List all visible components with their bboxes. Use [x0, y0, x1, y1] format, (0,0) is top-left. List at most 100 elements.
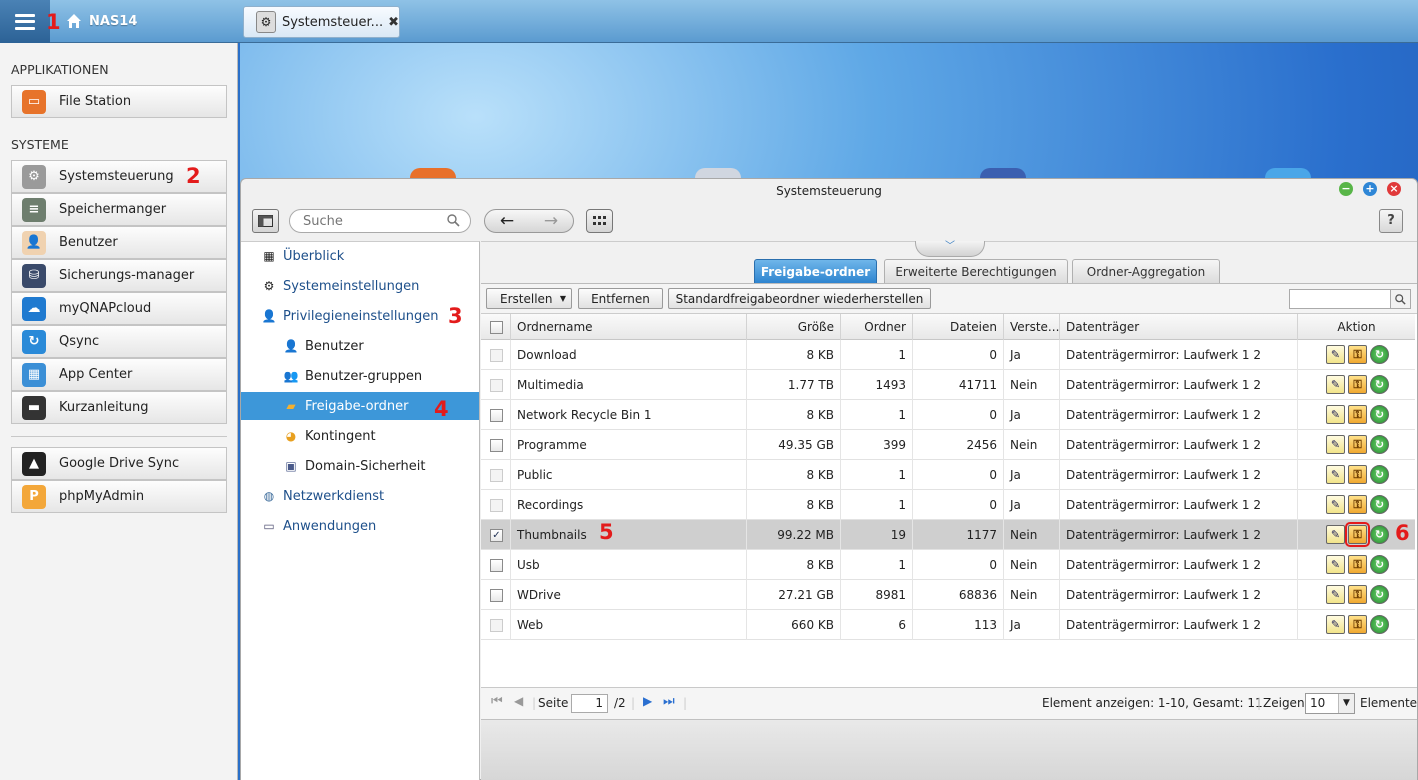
next-page-icon[interactable]: ▶	[643, 694, 652, 708]
help-button[interactable]: ?	[1379, 209, 1403, 233]
refresh-icon[interactable]: ↻	[1370, 465, 1389, 484]
table-row[interactable]: Public 8 KB 1 0 Ja Datenträgermirror: Laufwer…	[481, 460, 1415, 490]
col-header-size[interactable]: Größe	[747, 314, 841, 340]
maximize-icon[interactable]: +	[1363, 182, 1377, 196]
edit-icon[interactable]: ✎	[1326, 615, 1345, 634]
tab-freigabe-ordner[interactable]: Freigabe-ordner	[754, 259, 877, 283]
back-button[interactable]: ←	[485, 210, 529, 232]
table-row[interactable]: Multimedia 1.77 TB 1493 41711 Nein Datenträge…	[481, 370, 1415, 400]
sidebar-item-myqnapcloud[interactable]: ☁ myQNAPcloud	[11, 292, 227, 325]
row-checkbox[interactable]	[490, 559, 503, 572]
table-row[interactable]: ✓ Thumbnails 99.22 MB 19 1177 Nein Datenträger…	[481, 520, 1415, 550]
permissions-icon[interactable]: ⚿	[1348, 495, 1367, 514]
close-icon[interactable]: ✖	[388, 15, 399, 30]
sidebar-item-google-drive-sync[interactable]: ▲ Google Drive Sync	[11, 447, 227, 480]
edit-icon[interactable]: ✎	[1326, 495, 1345, 514]
refresh-icon[interactable]: ↻	[1370, 525, 1389, 544]
sidebar-item-app-center[interactable]: ▦ App Center	[11, 358, 227, 391]
sidebar-item-benutzer[interactable]: 👤 Benutzer	[11, 226, 227, 259]
home-icon[interactable]	[66, 13, 82, 29]
restore-default-folders-button[interactable]: Standardfreigabeordner wiederherstellen	[668, 288, 931, 309]
sidebar-item-phpmyadmin[interactable]: P phpMyAdmin	[11, 480, 227, 513]
edit-icon[interactable]: ✎	[1326, 585, 1345, 604]
forward-button[interactable]: →	[529, 210, 573, 232]
refresh-icon[interactable]: ↻	[1370, 375, 1389, 394]
tab-erweiterte-berechtigungen[interactable]: Erweiterte Berechtigungen	[884, 259, 1068, 283]
col-header-volume[interactable]: Datenträger	[1060, 314, 1298, 340]
table-row[interactable]: Network Recycle Bin 18 KB 1 0 Ja Datenträger…	[481, 400, 1415, 430]
nav-item-netzwerkdienst[interactable]: ◍ Netzwerkdienst	[241, 482, 479, 510]
table-row[interactable]: Recordings 8 KB 1 0 Ja Datenträgermirror: Lau…	[481, 490, 1415, 520]
close-icon[interactable]: ×	[1387, 182, 1401, 196]
first-page-icon[interactable]: ⏮	[491, 694, 503, 709]
sidebar-item-file-station[interactable]: ▭ File Station	[11, 85, 227, 118]
refresh-icon[interactable]: ↻	[1370, 615, 1389, 634]
filter-input[interactable]	[1289, 289, 1391, 309]
page-size-select[interactable]: 10 ▼	[1305, 693, 1355, 714]
row-checkbox[interactable]: ✓	[490, 529, 503, 542]
edit-icon[interactable]: ✎	[1326, 405, 1345, 424]
page-number-input[interactable]: 1	[571, 694, 608, 713]
permissions-icon[interactable]: ⚿	[1348, 405, 1367, 424]
table-row[interactable]: Programme 49.35 GB 399 2456 Nein Datenträgerm…	[481, 430, 1415, 460]
refresh-icon[interactable]: ↻	[1370, 555, 1389, 574]
table-row[interactable]: WDrive 27.21 GB 8981 68836 Nein Datenträgermi…	[481, 580, 1415, 610]
search-input[interactable]	[289, 209, 471, 233]
row-checkbox[interactable]	[490, 589, 503, 602]
edit-icon[interactable]: ✎	[1326, 375, 1345, 394]
main-menu-button[interactable]	[0, 0, 50, 43]
refresh-icon[interactable]: ↻	[1370, 495, 1389, 514]
row-checkbox[interactable]	[490, 409, 503, 422]
nav-item-systemeinstellungen[interactable]: ⚙ Systemeinstellungen	[241, 272, 479, 300]
permissions-icon[interactable]: ⚿	[1348, 435, 1367, 454]
refresh-icon[interactable]: ↻	[1370, 585, 1389, 604]
permissions-icon[interactable]: ⚿	[1348, 555, 1367, 574]
sidebar-item-kurzanleitung[interactable]: ▬ Kurzanleitung	[11, 391, 227, 424]
nav-item-benutzer[interactable]: 👤 Benutzer	[241, 332, 479, 360]
edit-icon[interactable]: ✎	[1326, 345, 1345, 364]
minimize-icon[interactable]: −	[1339, 182, 1353, 196]
collapse-toggle[interactable]: ﹀	[915, 241, 985, 257]
remove-button[interactable]: Entfernen	[578, 288, 663, 309]
select-all-checkbox[interactable]	[490, 321, 503, 334]
table-row[interactable]: Web 660 KB 6 113 Ja Datenträgermirror: Laufwe…	[481, 610, 1415, 640]
col-header-name[interactable]: Ordnername	[511, 314, 747, 340]
nav-item-anwendungen[interactable]: ▭ Anwendungen	[241, 512, 479, 540]
search-icon[interactable]	[447, 214, 460, 227]
edit-icon[interactable]: ✎	[1326, 555, 1345, 574]
layout-toggle-button[interactable]	[252, 209, 279, 233]
sidebar-item-qsync[interactable]: ↻ Qsync	[11, 325, 227, 358]
edit-icon[interactable]: ✎	[1326, 465, 1345, 484]
refresh-icon[interactable]: ↻	[1370, 405, 1389, 424]
permissions-icon[interactable]: ⚿	[1348, 615, 1367, 634]
edit-icon[interactable]: ✎	[1326, 525, 1345, 544]
col-header-files[interactable]: Dateien	[913, 314, 1004, 340]
refresh-icon[interactable]: ↻	[1370, 435, 1389, 454]
sidebar-item-sicherungs-manager[interactable]: ⛁ Sicherungs-manager	[11, 259, 227, 292]
nav-item-benutzer-gruppen[interactable]: 👥 Benutzer-gruppen	[241, 362, 479, 390]
edit-icon[interactable]: ✎	[1326, 435, 1345, 454]
permissions-icon[interactable]: ⚿	[1345, 522, 1370, 547]
permissions-icon[interactable]: ⚿	[1348, 345, 1367, 364]
permissions-icon[interactable]: ⚿	[1348, 375, 1367, 394]
row-checkbox[interactable]	[490, 439, 503, 452]
col-header-folders[interactable]: Ordner	[841, 314, 913, 340]
tab-ordner-aggregation[interactable]: Ordner-Aggregation	[1072, 259, 1220, 283]
create-button[interactable]: Erstellen ▼	[486, 288, 572, 309]
sidebar-item-speichermanger[interactable]: ≡ Speichermanger	[11, 193, 227, 226]
last-page-icon[interactable]: ⏭	[663, 694, 675, 709]
col-header-hidden[interactable]: Verste...	[1004, 314, 1060, 340]
prev-page-icon[interactable]: ◀	[514, 694, 523, 708]
permissions-icon[interactable]: ⚿	[1348, 585, 1367, 604]
nav-item-privilegieneinstellungen[interactable]: 👤 Privilegieneinstellungen	[241, 302, 479, 330]
nav-item-domain-sicherheit[interactable]: ▣ Domain-Sicherheit	[241, 452, 479, 480]
nav-item-ueberblick[interactable]: ▦ Überblick	[241, 242, 479, 270]
refresh-icon[interactable]: ↻	[1370, 345, 1389, 364]
permissions-icon[interactable]: ⚿	[1348, 465, 1367, 484]
nav-item-kontingent[interactable]: ◕ Kontingent	[241, 422, 479, 450]
table-row[interactable]: Usb 8 KB 1 0 Nein Datenträgermirror: Laufwerk…	[481, 550, 1415, 580]
table-row[interactable]: Download 8 KB 1 0 Ja Datenträgermirror: Laufw…	[481, 340, 1415, 370]
filter-search-button[interactable]	[1391, 289, 1411, 309]
all-apps-button[interactable]	[586, 209, 613, 233]
taskbar-tab-systemsteuerung[interactable]: ⚙ Systemsteuer... ✖	[243, 6, 400, 38]
